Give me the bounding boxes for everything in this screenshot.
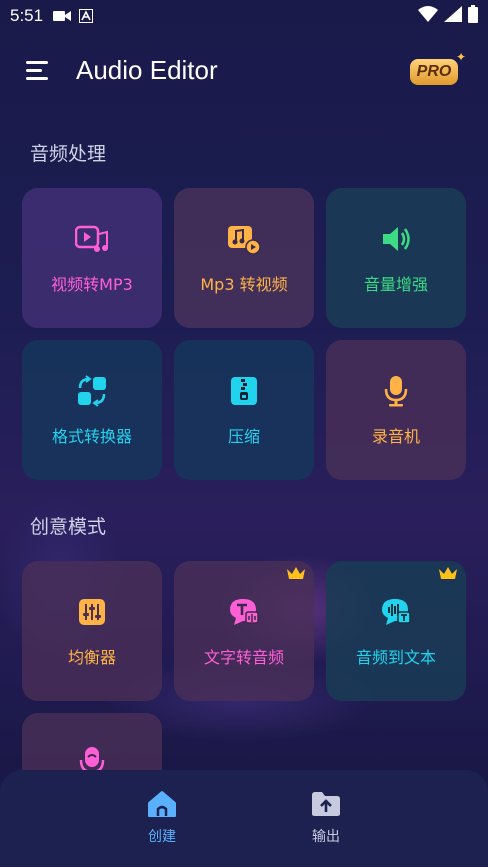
speaker-icon <box>378 221 414 257</box>
font-a-icon <box>79 9 94 23</box>
nav-label: 创建 <box>148 829 176 845</box>
app-header: Audio Editor PRO ✦ <box>0 40 488 100</box>
battery-icon <box>468 5 478 27</box>
zip-icon <box>226 373 262 409</box>
card-compress[interactable]: 压缩 <box>174 340 314 480</box>
card-equalizer[interactable]: 均衡器 <box>22 561 162 701</box>
section-title-audio-processing: 音频处理 <box>30 143 107 165</box>
pro-badge-button[interactable]: PRO ✦ <box>410 50 466 86</box>
card-recorder[interactable]: 录音机 <box>326 340 466 480</box>
folder-upload-icon <box>312 792 340 816</box>
pro-badge-label: PRO <box>410 59 458 85</box>
card-format-converter[interactable]: 格式转换器 <box>22 340 162 480</box>
video-camera-icon <box>53 9 72 23</box>
sparkle-icon: ✦ <box>455 50 466 64</box>
card-label: 格式转换器 <box>51 427 132 446</box>
wifi-icon <box>418 6 438 26</box>
card-label: 文字转音频 <box>203 648 284 667</box>
card-label: 音频到文本 <box>355 648 436 667</box>
music-video-icon <box>226 221 262 257</box>
text-to-speech-icon <box>226 594 262 630</box>
audio-processing-grid: 视频转MP3 Mp3 转视频 音量增强 格式转换器 压缩 录音机 <box>22 188 466 480</box>
card-label: 视频转MP3 <box>51 275 133 294</box>
card-label: 录音机 <box>371 427 420 446</box>
card-label: 音量增强 <box>363 275 428 294</box>
nav-output[interactable]: 输出 <box>276 770 376 867</box>
section-title-creative-mode: 创意模式 <box>30 516 107 538</box>
nav-label: 输出 <box>312 829 340 845</box>
video-music-icon <box>74 221 110 257</box>
card-label: Mp3 转视频 <box>200 275 288 294</box>
bottom-navigation: 创建 输出 <box>0 770 488 867</box>
speech-to-text-icon <box>378 594 414 630</box>
home-icon <box>148 791 176 817</box>
signal-icon <box>444 6 462 26</box>
nav-create[interactable]: 创建 <box>112 770 212 867</box>
status-bar: 5:51 <box>0 0 488 32</box>
crown-icon <box>286 565 306 585</box>
card-video-to-mp3[interactable]: 视频转MP3 <box>22 188 162 328</box>
hamburger-icon <box>26 61 48 80</box>
card-label: 压缩 <box>227 427 260 446</box>
status-time: 5:51 <box>10 6 44 25</box>
microphone-icon <box>378 373 414 409</box>
equalizer-icon <box>74 594 110 630</box>
card-audio-to-text[interactable]: 音频到文本 <box>326 561 466 701</box>
card-volume-boost[interactable]: 音量增强 <box>326 188 466 328</box>
card-text-to-audio[interactable]: 文字转音频 <box>174 561 314 701</box>
crown-icon <box>438 565 458 585</box>
card-label: 均衡器 <box>67 648 116 667</box>
card-mp3-to-video[interactable]: Mp3 转视频 <box>174 188 314 328</box>
app-title: Audio Editor <box>76 54 218 85</box>
menu-button[interactable] <box>8 40 68 100</box>
convert-icon <box>74 373 110 409</box>
